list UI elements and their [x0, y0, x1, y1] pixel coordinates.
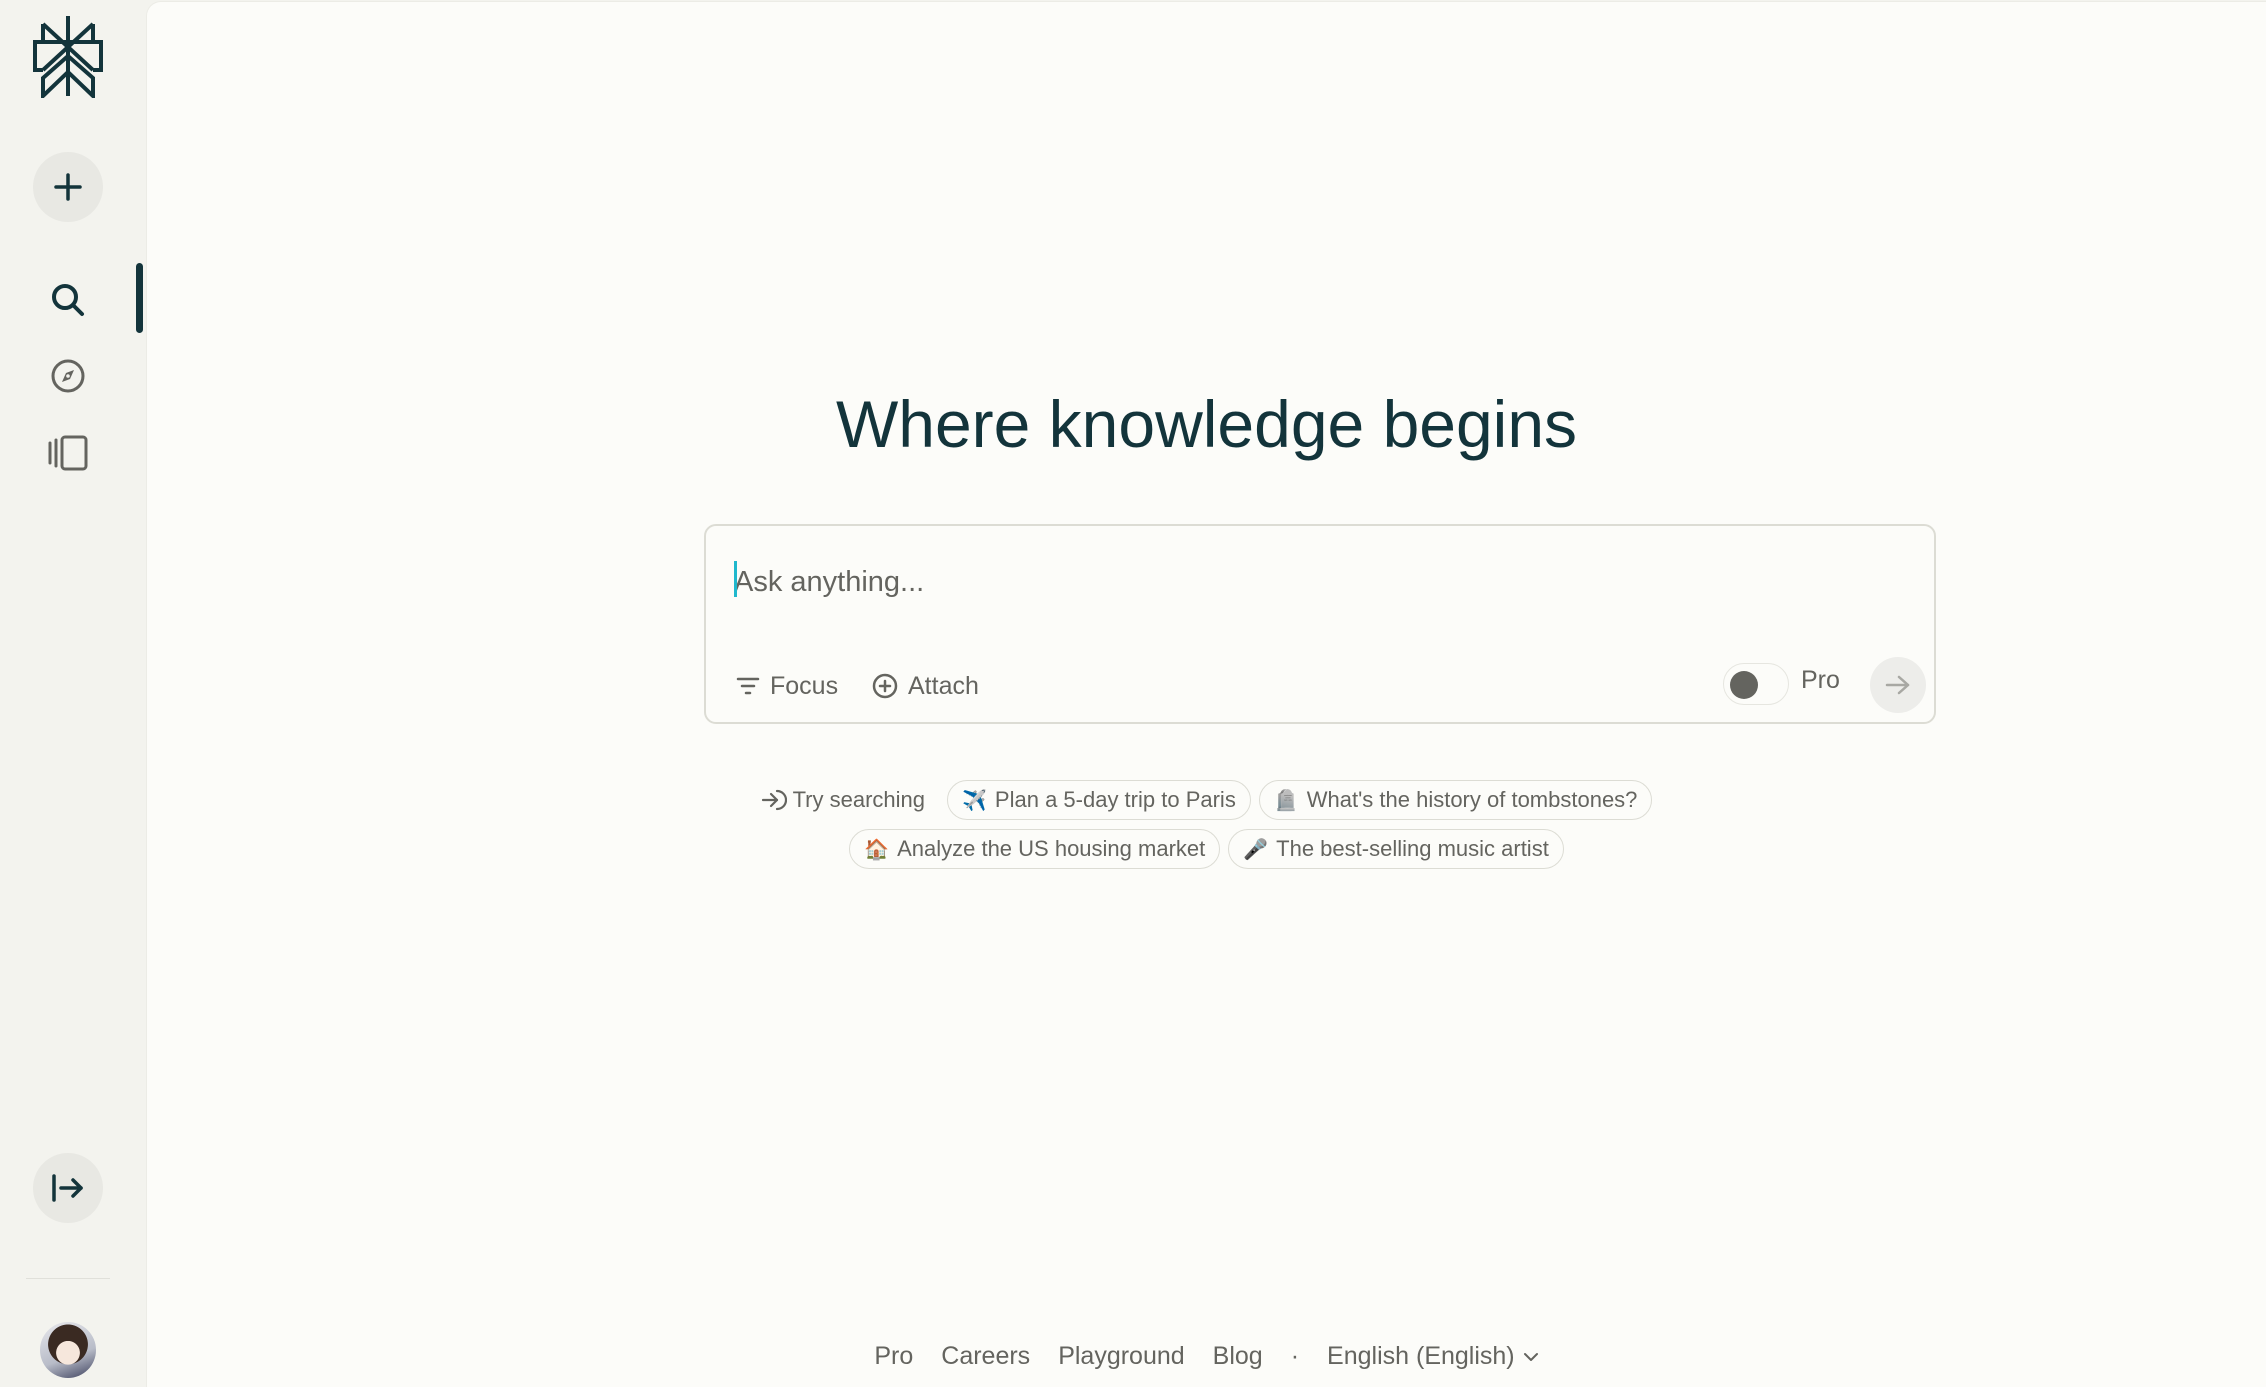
microphone-icon: 🎤 — [1243, 838, 1269, 861]
library-icon — [48, 435, 88, 471]
expand-sidebar-icon — [52, 1174, 83, 1202]
focus-button[interactable]: Focus — [736, 666, 838, 706]
house-icon: 🏠 — [864, 838, 890, 861]
suggestions-row-2: 🏠 Analyze the US housing market 🎤 The be… — [147, 829, 2266, 869]
search-icon — [52, 284, 84, 316]
nav-discover[interactable] — [44, 352, 92, 400]
plus-icon — [54, 173, 82, 201]
user-avatar[interactable] — [40, 1322, 96, 1378]
airplane-icon: ✈️ — [962, 789, 987, 812]
text-caret — [734, 561, 737, 597]
nav-search[interactable] — [44, 276, 92, 324]
suggestion-chip[interactable]: 🏠 Analyze the US housing market — [849, 829, 1221, 869]
new-thread-button[interactable] — [33, 152, 103, 222]
pro-toggle[interactable] — [1723, 663, 1789, 705]
sidebar-divider — [26, 1278, 110, 1279]
focus-label: Focus — [770, 671, 839, 700]
submit-button[interactable] — [1870, 657, 1926, 713]
page-title: Where knowledge begins — [835, 387, 1578, 461]
suggestion-chip[interactable]: 🪦 What's the history of tombstones? — [1258, 780, 1653, 820]
footer: Pro Careers Playground Blog · English (E… — [147, 1342, 2266, 1371]
compass-icon — [51, 359, 85, 393]
footer-link-careers[interactable]: Careers — [941, 1342, 1030, 1371]
pro-toggle-knob — [1730, 671, 1758, 699]
suggestions-row-1: Try searching ✈️ Plan a 5-day trip to Pa… — [147, 780, 2266, 820]
footer-link-blog[interactable]: Blog — [1213, 1342, 1263, 1371]
headstone-icon: 🪦 — [1273, 789, 1299, 812]
arrow-right-icon — [1885, 675, 1910, 695]
active-nav-indicator — [136, 263, 143, 333]
chevron-down-icon — [1523, 1352, 1538, 1361]
footer-separator: · — [1290, 1342, 1300, 1370]
nav-library[interactable] — [44, 429, 92, 477]
pro-label: Pro — [1801, 666, 1840, 694]
suggestion-chip[interactable]: ✈️ Plan a 5-day trip to Paris — [947, 780, 1251, 820]
suggestion-chip[interactable]: 🎤 The best-selling music artist — [1228, 829, 1564, 869]
try-searching-label: Try searching — [761, 787, 939, 813]
filter-icon — [736, 677, 760, 695]
ask-input[interactable] — [732, 556, 1886, 608]
perplexity-logo-icon[interactable] — [31, 14, 105, 101]
plus-circle-icon — [872, 673, 898, 699]
language-selector[interactable]: English (English) — [1327, 1342, 1539, 1371]
arrow-enter-icon — [761, 789, 787, 811]
attach-button[interactable]: Attach — [872, 666, 979, 706]
main-content: Where knowledge begins Focus Attach Pro — [147, 2, 2266, 1387]
footer-link-playground[interactable]: Playground — [1058, 1342, 1184, 1371]
ask-box: Focus Attach Pro — [704, 524, 1936, 724]
attach-label: Attach — [908, 671, 979, 700]
expand-sidebar-button[interactable] — [33, 1153, 103, 1223]
footer-link-pro[interactable]: Pro — [874, 1342, 913, 1371]
sidebar — [0, 0, 147, 1387]
